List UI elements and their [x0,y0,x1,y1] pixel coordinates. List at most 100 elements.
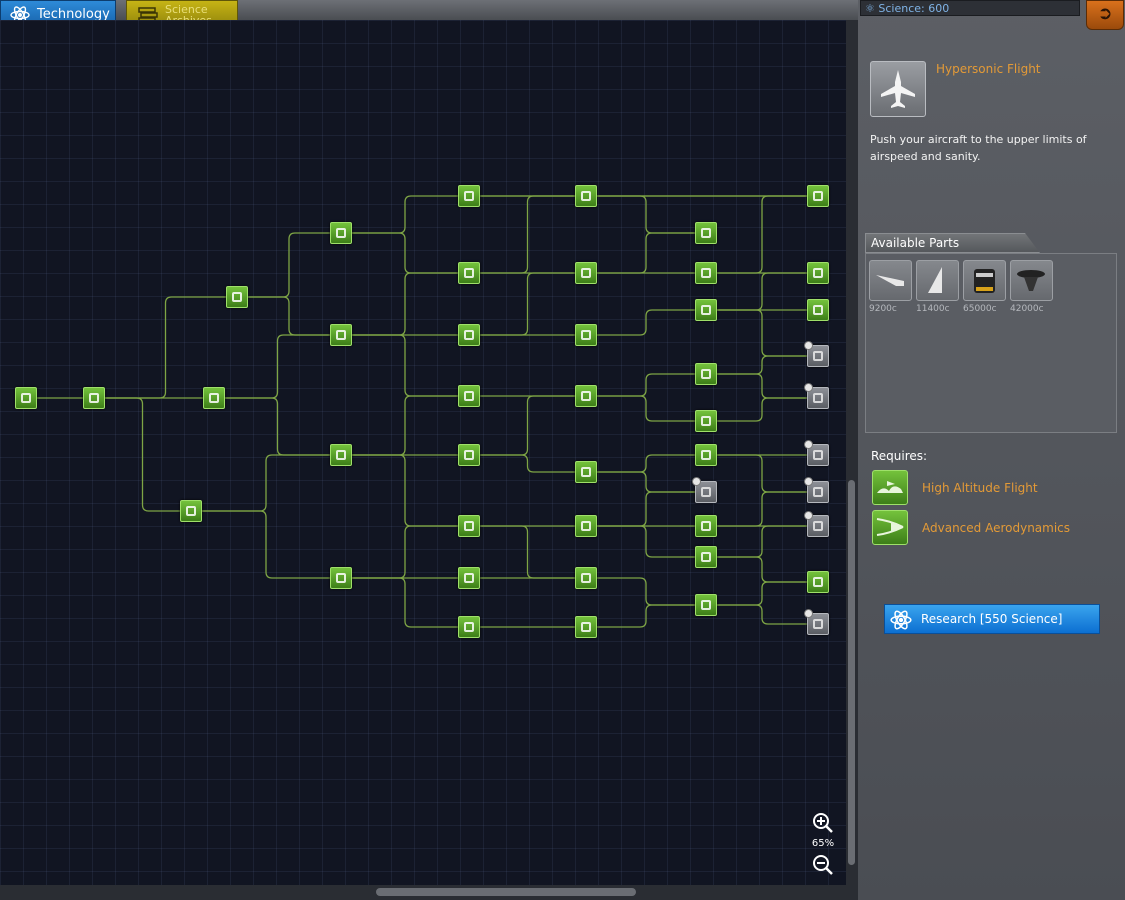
tech-link [717,581,807,606]
tech-node[interactable] [15,387,37,409]
tech-node[interactable] [575,385,597,407]
tech-node[interactable] [695,594,717,616]
tech-node[interactable] [458,385,480,407]
tech-node[interactable] [458,567,480,589]
tech-tree[interactable] [0,20,846,885]
tech-node[interactable] [695,262,717,284]
tech-node-locked[interactable] [804,511,829,537]
tech-glyph-icon [701,228,711,238]
wing-strake-icon [870,275,911,304]
tech-node[interactable] [807,262,829,284]
tech-node[interactable] [695,444,717,466]
part-air-intake[interactable] [1010,260,1053,301]
tech-node[interactable] [458,324,480,346]
tech-glyph-icon [336,573,346,583]
tech-link [717,491,807,527]
horizontal-scroll-thumb[interactable] [376,888,636,896]
tech-link [717,195,807,274]
tech-node-locked[interactable] [804,383,829,409]
part-engine[interactable] [963,260,1006,301]
required-tech-label[interactable]: Advanced Aerodynamics [922,521,1070,535]
part-delta-wing[interactable] [916,260,959,301]
tech-glyph-icon [701,369,711,379]
tech-glyph-icon [701,450,711,460]
tech-link [352,195,458,234]
tech-link [597,525,695,558]
tech-glyph-icon [581,191,591,201]
zoom-out-icon[interactable] [812,854,834,876]
tech-glyph-icon [464,330,474,340]
tech-link [352,577,458,628]
tech-link [717,397,807,422]
tech-node[interactable] [807,299,829,321]
tech-link [352,334,458,397]
tech-glyph-icon [464,391,474,401]
tech-link [717,556,807,583]
vertical-scrollbar[interactable] [846,20,858,885]
tech-link [248,296,330,336]
part-cost: 42000c [1010,304,1044,314]
tech-node[interactable] [226,286,248,308]
tech-node-locked[interactable] [804,609,829,635]
tech-glyph-icon [209,393,219,403]
tech-node[interactable] [575,515,597,537]
tech-node[interactable] [180,500,202,522]
tech-glyph-icon [336,228,346,238]
tech-node[interactable] [83,387,105,409]
tech-node[interactable] [575,262,597,284]
tech-link [717,525,807,558]
part-wing-strake[interactable] [869,260,912,301]
tech-glyph-icon [336,330,346,340]
tech-link [597,454,695,473]
tech-link [717,309,807,357]
tech-node[interactable] [575,616,597,638]
high-altitude-icon[interactable] [872,470,908,505]
tech-node-locked[interactable] [692,477,717,503]
tech-node[interactable] [575,461,597,483]
tech-glyph-icon [813,305,823,315]
tech-node[interactable] [695,410,717,432]
tech-glyph-icon [813,450,823,460]
tech-node[interactable] [575,324,597,346]
tech-node[interactable] [458,444,480,466]
aerodynamics-icon[interactable] [872,510,908,545]
tech-node[interactable] [695,546,717,568]
tech-node[interactable] [458,515,480,537]
horizontal-scrollbar[interactable] [0,885,858,900]
tech-glyph-icon [464,268,474,278]
required-tech-label[interactable]: High Altitude Flight [922,481,1038,495]
science-counter: ⚛ Science: 600 [860,0,1080,16]
tech-node[interactable] [458,262,480,284]
tech-glyph-icon [464,573,474,583]
tech-node[interactable] [807,185,829,207]
tech-node[interactable] [330,222,352,244]
unavailable-indicator-icon [804,477,813,486]
tech-node[interactable] [575,185,597,207]
tech-glyph-icon [813,577,823,587]
vertical-scroll-thumb[interactable] [848,480,855,865]
tech-node[interactable] [695,299,717,321]
tech-node[interactable] [458,616,480,638]
tech-node[interactable] [330,567,352,589]
tech-node[interactable] [695,222,717,244]
tech-node-locked[interactable] [804,341,829,367]
tech-glyph-icon [813,487,823,497]
tech-glyph-icon [581,467,591,477]
tech-node[interactable] [330,324,352,346]
tech-node[interactable] [695,363,717,385]
tech-node[interactable] [458,185,480,207]
tech-link [717,454,807,493]
tech-node-locked[interactable] [804,477,829,503]
tech-link [352,272,458,336]
tech-node[interactable] [575,567,597,589]
tech-node[interactable] [807,571,829,593]
tech-node-locked[interactable] [804,440,829,466]
tech-node[interactable] [330,444,352,466]
zoom-in-icon[interactable] [812,812,834,834]
tech-link [597,471,695,493]
research-button[interactable]: Research [550 Science] [884,604,1100,634]
tech-glyph-icon [701,600,711,610]
tech-node[interactable] [203,387,225,409]
tech-node[interactable] [695,515,717,537]
exit-button[interactable]: ➲ [1086,0,1124,30]
